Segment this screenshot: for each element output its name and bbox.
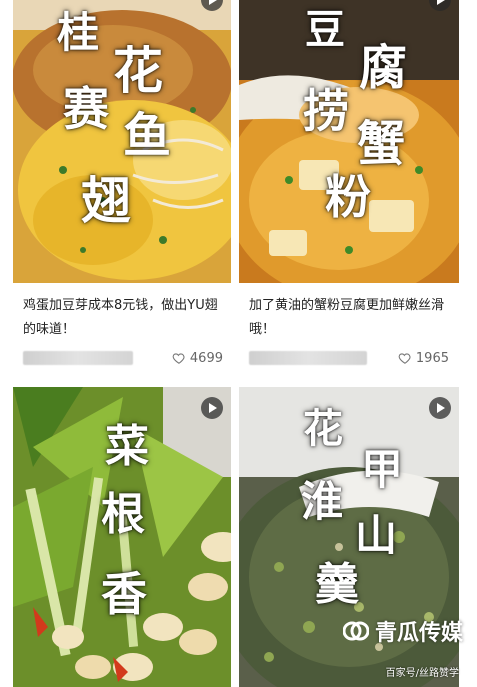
like-count: 4699 [189,350,223,366]
thumbnail-title-char: 翅 [81,171,131,230]
author-info-blurred [23,351,133,365]
thumbnail-title: 豆 腐 捞 蟹 粉 [239,0,459,283]
thumbnail-title-char: 桂 [57,8,100,57]
thumbnail-title-char: 花 [303,405,343,452]
thumbnail-title-char: 粉 [325,170,371,224]
thumbnail-title-char: 鱼 [123,108,172,164]
video-card-doufu-xiefen[interactable]: 豆 腐 捞 蟹 粉 加了黄油的蟹粉豆腐更加鲜嫩丝滑哦！ 1965 [239,0,459,376]
thumbnail-title-char: 香 [101,567,147,621]
heart-outline-icon [398,353,411,364]
heart-outline-icon [172,353,185,364]
brand-name: 青瓜传媒 [374,621,463,646]
author-info-blurred [249,351,367,365]
video-thumbnail[interactable]: 桂 花 鱼 赛 翅 [13,0,231,283]
thumbnail-title-char: 花 [113,41,163,100]
thumbnail-title: 桂 花 鱼 赛 翅 [13,0,231,283]
thumbnail-title-char: 捞 [303,84,349,138]
thumbnail-title-char: 根 [101,489,145,540]
thumbnail-title-char: 菜 [105,421,149,472]
video-title[interactable]: 加了黄油的蟹粉豆腐更加鲜嫩丝滑哦！ [249,294,449,342]
video-card-caigen-xiang[interactable]: 菜 根 香 [13,387,231,687]
brand-watermark: 青瓜传媒 [342,615,463,647]
like-count: 1965 [415,350,449,366]
video-thumbnail[interactable]: 菜 根 香 [13,387,231,687]
thumbnail-title-char: 羹 [315,559,359,610]
video-card-guihua-yuchi[interactable]: 桂 花 鱼 赛 翅 鸡蛋加豆芽成本8元钱，做出YU翅的味道！ 4699 [13,0,231,376]
card-meta: 4699 [23,348,223,368]
thumbnail-title-char: 赛 [63,82,109,136]
thumbnail-title-char: 山 [355,511,398,560]
thumbnail-title-char: 蟹 [357,116,406,172]
thumbnail-title-char: 淮 [301,477,344,526]
qinggua-logo-icon [342,621,369,641]
thumbnail-title-char: 甲 [361,445,404,494]
card-meta: 1965 [249,348,449,368]
video-thumbnail[interactable]: 豆 腐 捞 蟹 粉 [239,0,459,283]
thumbnail-title-char: 豆 [305,6,345,53]
thumbnail-title-char: 腐 [359,40,408,96]
video-title[interactable]: 鸡蛋加豆芽成本8元钱，做出YU翅的味道！ [23,294,223,342]
like-counter[interactable]: 4699 [172,348,223,368]
thumbnail-title: 菜 根 香 [13,387,231,687]
source-credit: 百家号/丝路赞学 [385,668,459,679]
video-feed-grid: 桂 花 鱼 赛 翅 鸡蛋加豆芽成本8元钱，做出YU翅的味道！ 4699 豆 腐 … [0,0,477,687]
like-counter[interactable]: 1965 [398,348,449,368]
